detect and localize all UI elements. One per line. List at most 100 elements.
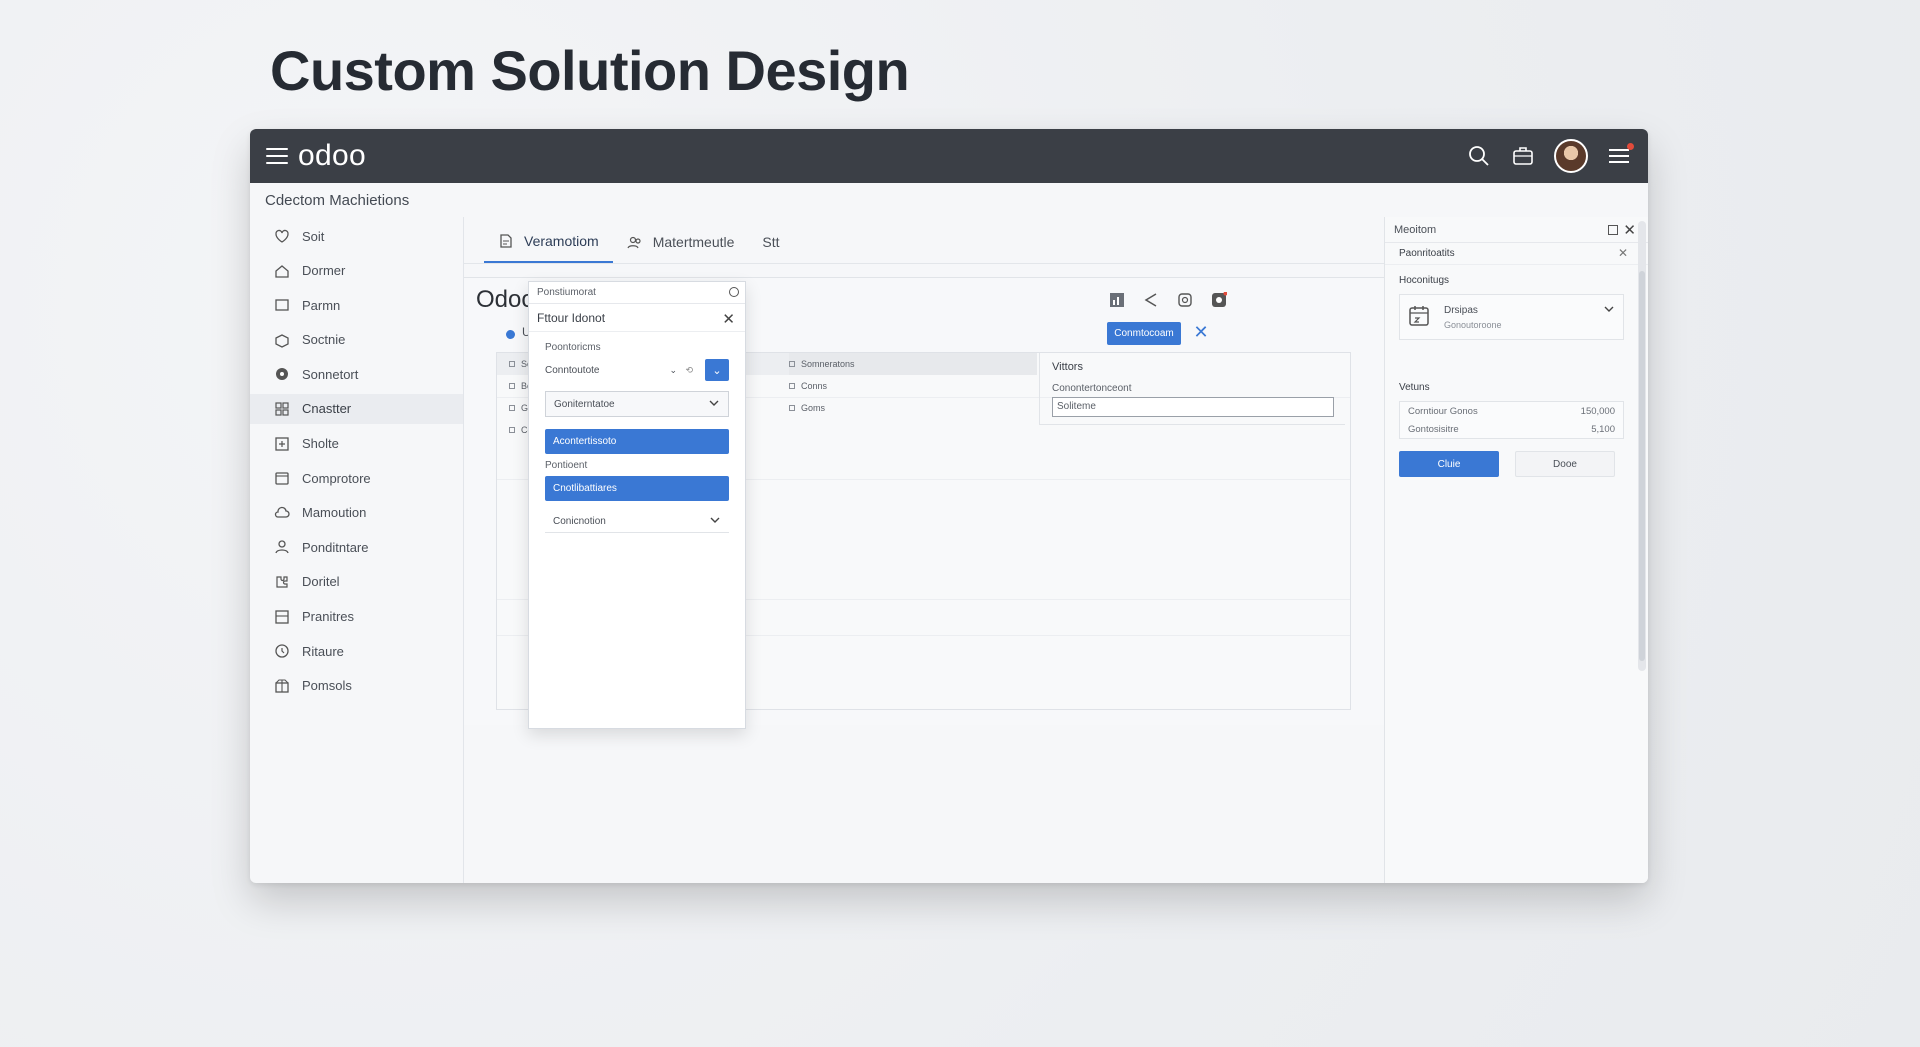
- sidebar: Soit Dormer Parmn Soctnie Sonnetort Cnastter S…: [250, 217, 464, 883]
- plus-box-icon: [274, 436, 290, 452]
- app-window: odoo Cdectom Machietions Soit Dormer Parmn…: [250, 129, 1648, 883]
- status-dot: [506, 330, 515, 339]
- sidebar-item[interactable]: Ponditntare: [250, 532, 463, 562]
- checkbox[interactable]: [509, 361, 515, 367]
- sidebar-item[interactable]: Doritel: [250, 567, 463, 597]
- checkbox[interactable]: [509, 383, 515, 389]
- sidebar-item[interactable]: Dormer: [250, 256, 463, 286]
- dropdown-option-highlighted[interactable]: Cnotlibattiares: [545, 476, 729, 501]
- dropdown-field-row[interactable]: Conntoutote ⌄ ⟲ ⌄: [545, 359, 729, 381]
- scrollbar[interactable]: [1638, 221, 1646, 671]
- sidebar-item-label: Dormer: [302, 263, 346, 279]
- sidebar-item[interactable]: Sholte: [250, 429, 463, 459]
- panel-section-label: Hoconitugs: [1399, 275, 1450, 286]
- sidebar-item[interactable]: Ritaure: [250, 636, 463, 666]
- tab-label: Stt: [762, 234, 780, 250]
- close-icon[interactable]: ✕: [722, 310, 735, 328]
- page-headline: Custom Solution Design: [270, 39, 910, 102]
- dropdown-option-label: Pontioent: [545, 460, 588, 471]
- sidebar-item-label: Parmn: [302, 297, 341, 313]
- checkbox[interactable]: [789, 361, 795, 367]
- home-icon: [274, 263, 290, 279]
- briefcase-icon[interactable]: [1510, 143, 1536, 169]
- circle-icon[interactable]: [729, 287, 739, 297]
- checkbox[interactable]: [509, 427, 515, 433]
- chevron-down-icon[interactable]: ⌄: [705, 359, 729, 381]
- sidebar-item-label: Cnastter: [302, 401, 352, 417]
- panel-subheader: Paonritoatits ✕: [1385, 243, 1648, 265]
- calendar-icon: [274, 470, 290, 486]
- cloud-icon: [274, 505, 290, 521]
- sidebar-item-label: Soctnie: [302, 332, 346, 348]
- users-icon: [627, 234, 643, 250]
- sidebar-item-label: Sholte: [302, 436, 339, 452]
- box-icon: [274, 332, 290, 348]
- sidebar-item-label: Ritaure: [302, 643, 344, 659]
- dropdown-select[interactable]: Goniterntatoe: [545, 391, 729, 417]
- sidebar-item[interactable]: Pranitres: [250, 602, 463, 632]
- user-avatar[interactable]: [1554, 139, 1588, 173]
- checkbox[interactable]: [789, 383, 795, 389]
- sidebar-item-label: Pranitres: [302, 609, 355, 625]
- tab-item[interactable]: Veramotiom: [484, 229, 613, 263]
- user-icon: [274, 539, 290, 555]
- search-icon[interactable]: [1466, 143, 1492, 169]
- tab-item[interactable]: Stt: [748, 229, 793, 263]
- dropdown-option-selected[interactable]: Acontertissoto: [545, 429, 729, 454]
- close-icon[interactable]: ✕: [1618, 246, 1628, 260]
- sidebar-item[interactable]: Parmn: [250, 290, 463, 320]
- calendar-icon: [1409, 306, 1429, 326]
- settings-icon[interactable]: [1211, 292, 1227, 308]
- tab-label: Matertmeutle: [652, 234, 735, 250]
- sidebar-item-label: Mamoution: [302, 505, 367, 521]
- sidebar-item[interactable]: Sonnetort: [250, 359, 463, 389]
- chevron-down-icon: [710, 517, 720, 523]
- panel-select-card[interactable]: Drsipas Gonoutoroone: [1399, 294, 1624, 340]
- create-button[interactable]: Conmtocoam: [1107, 322, 1181, 345]
- grid-icon: [274, 401, 290, 417]
- tab-label: Veramotiom: [524, 233, 599, 249]
- close-icon[interactable]: ✕: [1192, 323, 1210, 341]
- breadcrumb[interactable]: Cdectom Machietions: [250, 183, 1648, 217]
- maximize-icon[interactable]: [1608, 225, 1618, 235]
- dropdown-header: Ponstiumorat: [529, 282, 745, 304]
- tab-item[interactable]: Matertmeutle: [613, 229, 749, 263]
- package-icon: [274, 678, 290, 694]
- puzzle-icon: [274, 574, 290, 590]
- chart-icon[interactable]: [1109, 292, 1125, 308]
- dropdown-select-secondary[interactable]: Conicnotion: [545, 511, 729, 533]
- detail-side-panel: Meoitom ✕ Paonritoatits ✕ Hoconitugs Drs…: [1384, 217, 1648, 883]
- top-navbar: odoo: [250, 129, 1648, 183]
- checkbox[interactable]: [789, 405, 795, 411]
- table-row: Corntiour Gonos 150,000: [1408, 405, 1615, 417]
- caret-icon[interactable]: ⌄: [669, 365, 677, 376]
- refresh-icon[interactable]: [1177, 292, 1193, 308]
- sidebar-item-label: Doritel: [302, 574, 340, 590]
- share-icon[interactable]: [1143, 292, 1159, 308]
- sidebar-item[interactable]: Soit: [250, 221, 463, 251]
- sidebar-item[interactable]: Mamoution: [250, 498, 463, 528]
- checkbox[interactable]: [509, 405, 515, 411]
- link-icon[interactable]: ⟲: [685, 365, 693, 376]
- form-title: Odoo: [476, 286, 535, 313]
- sidebar-item[interactable]: Cnastter: [250, 393, 463, 424]
- sidebar-item-label: Ponditntare: [302, 539, 369, 555]
- brand-logo[interactable]: odoo: [298, 139, 366, 173]
- primary-action-button[interactable]: Cluie: [1399, 451, 1499, 477]
- sidebar-item-label: Comprotore: [302, 470, 371, 486]
- sidebar-item[interactable]: Comprotore: [250, 463, 463, 493]
- table-row: Gontosisitre 5,100: [1408, 423, 1615, 435]
- secondary-action-button[interactable]: Dooe: [1515, 451, 1615, 477]
- close-icon[interactable]: ✕: [1623, 221, 1636, 239]
- sidebar-item[interactable]: Pomsols: [250, 671, 463, 701]
- sidebar-item[interactable]: Soctnie: [250, 325, 463, 355]
- sidebar-item-label: Pomsols: [302, 678, 352, 694]
- circle-icon: [274, 366, 290, 382]
- square-icon: [274, 297, 290, 313]
- sidebar-item-label: Sonnetort: [302, 366, 359, 382]
- hamburger-menu-icon[interactable]: [266, 148, 288, 164]
- panel-header: Meoitom ✕: [1385, 217, 1648, 243]
- panel-values-table: Corntiour Gonos 150,000 Gontosisitre 5,100: [1399, 401, 1624, 439]
- dropdown-section-label: Poontoricms: [545, 342, 601, 353]
- notifications-menu-icon[interactable]: [1606, 143, 1634, 169]
